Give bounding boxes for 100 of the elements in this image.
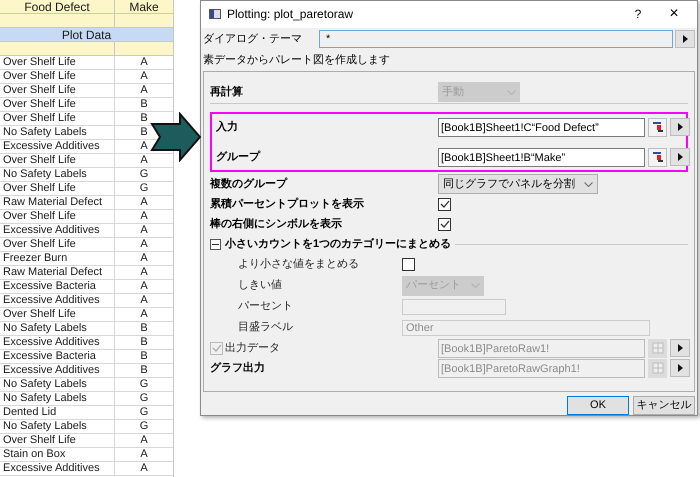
expand-button[interactable] [675, 30, 695, 48]
play-icon [678, 344, 682, 352]
table-cell: Over Shelf Life [0, 308, 115, 321]
input-field[interactable]: [Book1B]Sheet1!B“Make” [438, 148, 645, 167]
grid-icon [652, 342, 664, 354]
table-cell-text: A [139, 266, 149, 279]
table-cell-text: A [139, 308, 149, 321]
field-label: しきい値 [238, 278, 282, 294]
field-label: グラフ出力 [210, 360, 265, 376]
table-cell-text: A [139, 294, 149, 307]
table-cell: Excessive Additives [0, 364, 115, 377]
picker-button[interactable] [648, 148, 667, 167]
table-cell-text: A [139, 84, 149, 97]
table-cell-text: A [139, 140, 149, 153]
range-select-icon [652, 151, 664, 164]
table-cell: No Safety Labels [0, 168, 115, 181]
section-label: 小さいカウントを1つのカテゴリーにまとめる [225, 236, 452, 252]
table-cell: Over Shelf Life [0, 112, 115, 125]
field-label: 複数のグループ [210, 176, 287, 192]
table-cell: Over Shelf Life [0, 182, 115, 195]
table-cell: Over Shelf Life [0, 56, 115, 69]
table-cell: Over Shelf Life [0, 70, 115, 83]
expand-button[interactable] [670, 118, 690, 136]
dropdown[interactable]: 同じグラフでパネルを分割 [438, 174, 598, 194]
table-cell-text: B [139, 364, 149, 377]
chevron-down-icon [507, 90, 516, 95]
table-cell-text: A [139, 70, 149, 83]
table-cell-text: A [139, 448, 149, 461]
table-cell-text: A [139, 462, 149, 475]
table-cell: No Safety Labels [0, 378, 115, 391]
table-cell-text: G [138, 182, 150, 195]
close-button[interactable]: × [659, 2, 689, 26]
table-cell-text: B [139, 322, 149, 335]
table-cell: Over Shelf Life [0, 154, 115, 167]
input-field[interactable]: [Book1B]Sheet1!C“Food Defect” [438, 118, 645, 137]
collapse-toggle[interactable] [210, 238, 221, 250]
table-cell-text: B [139, 98, 149, 111]
field-label: 入力 [216, 120, 238, 135]
table-cell: Excessive Additives [0, 224, 115, 237]
column-header: Food Defect [0, 0, 115, 13]
field-label: 棒の右側にシンボルを表示 [210, 216, 342, 232]
cancel-button[interactable]: キャンセル [633, 396, 695, 416]
table-cell-text: A [139, 56, 149, 69]
table-cell-text: G [138, 378, 150, 391]
field-label: 目盛ラベル [238, 320, 293, 336]
field-label: ダイアログ・テーマ [203, 32, 303, 48]
table-cell-text: A [139, 196, 149, 209]
field-label: 出力データ [225, 340, 280, 356]
help-button[interactable]: ? [623, 5, 653, 24]
table-cell: Over Shelf Life [0, 98, 115, 111]
table-cell-text: B [139, 126, 149, 139]
table-cell: Dented Lid [0, 406, 115, 419]
table-cell: No Safety Labels [0, 322, 115, 335]
picker-button[interactable] [648, 118, 667, 137]
field-label: パーセント [238, 299, 293, 314]
ok-button[interactable]: OK [567, 396, 629, 416]
expand-button[interactable] [670, 359, 690, 378]
table-cell-text: B [139, 350, 149, 363]
table-cell: Excessive Additives [0, 140, 115, 153]
table-cell: Excessive Bacteria [0, 350, 115, 363]
theme-field[interactable]: * [319, 30, 673, 48]
play-icon [682, 35, 688, 44]
table-cell-text: A [139, 434, 149, 447]
table-cell: Over Shelf Life [0, 84, 115, 97]
table-cell-text: B [139, 336, 149, 349]
checkbox[interactable] [402, 258, 415, 272]
table-cell: Excessive Additives [0, 462, 115, 475]
expand-button[interactable] [670, 148, 690, 166]
field-label: より小さな値をまとめる [238, 257, 359, 272]
table-cell-text: G [138, 420, 150, 433]
table-cell: No Safety Labels [0, 392, 115, 405]
description-text: 素データからパレート図を作成します [202, 52, 391, 68]
field-label: グループ [216, 150, 260, 165]
table-cell: No Safety Labels [0, 420, 115, 433]
expand-button[interactable] [670, 339, 690, 358]
table-cell: Freezer Burn [0, 252, 115, 265]
checkbox[interactable] [438, 218, 451, 231]
table-cell: Raw Material Defect [0, 266, 115, 279]
table-cell-text: A [139, 224, 149, 237]
grid-icon [652, 362, 664, 374]
table-cell: Excessive Additives [0, 294, 115, 307]
table-cell: Over Shelf Life [0, 434, 115, 447]
table-cell-text: A [139, 252, 149, 265]
play-icon [678, 153, 682, 162]
table-cell-text: A [139, 238, 149, 251]
column-header: Make [128, 0, 160, 13]
field-label: 再計算 [210, 84, 243, 100]
table-cell: No Safety Labels [0, 126, 115, 139]
field-label: 累積パーセントプロットを表示 [210, 196, 364, 212]
play-icon [678, 123, 682, 132]
table-cell: Excessive Additives [0, 336, 115, 349]
table-cell-text: B [139, 112, 149, 125]
range-select-icon [652, 121, 664, 134]
window-icon [209, 9, 221, 20]
table-cell-text: A [139, 280, 149, 293]
table-cell-text: A [139, 154, 149, 167]
table-cell-text: G [138, 406, 150, 419]
checkbox[interactable] [438, 198, 451, 211]
table-cell-text: G [138, 168, 150, 181]
table-cell: Stain on Box [0, 448, 115, 461]
